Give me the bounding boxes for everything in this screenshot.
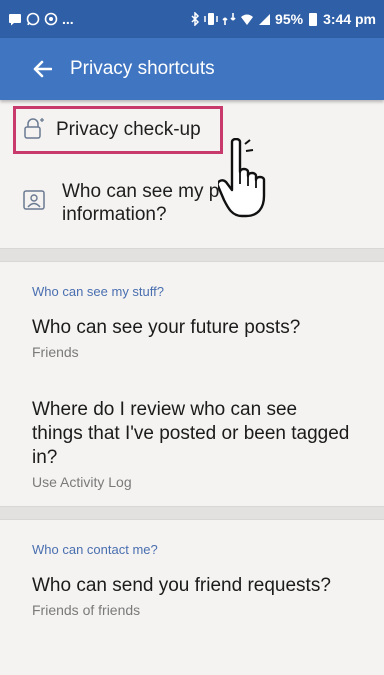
friend-requests-value: Friends of friends: [32, 602, 141, 618]
signal-icon: [258, 13, 271, 26]
back-button[interactable]: [28, 55, 56, 83]
future-posts-value: Friends: [32, 344, 79, 360]
section-divider: [0, 506, 384, 520]
future-posts-item[interactable]: Who can see your future posts? Friends: [0, 316, 384, 394]
status-bar: ... 95% 3:44 pm: [0, 0, 384, 38]
status-time: 3:44 pm: [323, 11, 376, 27]
bluetooth-icon: [190, 12, 200, 26]
content: Privacy check-up Who can see my p inform…: [0, 100, 384, 634]
battery-percent: 95%: [275, 11, 304, 27]
status-right: 95% 3:44 pm: [190, 11, 376, 27]
app-bar: Privacy shortcuts: [0, 38, 384, 100]
future-posts-title: Who can see your future posts?: [32, 317, 301, 338]
profile-card-icon: [22, 188, 46, 217]
friend-requests-item[interactable]: Who can send you friend requests? Friend…: [0, 574, 384, 634]
section-divider: [0, 248, 384, 262]
friend-requests-title: Who can send you friend requests?: [32, 575, 331, 596]
settings-circle-icon: [44, 12, 58, 26]
section-header-contact: Who can contact me?: [32, 542, 158, 557]
who-can-see-info-item[interactable]: Who can see my p information?: [0, 160, 384, 248]
review-tagged-value: Use Activity Log: [32, 474, 132, 490]
message-icon: [8, 13, 22, 26]
wifi-icon: [240, 13, 254, 26]
network-icon: [222, 12, 236, 26]
status-left: ...: [8, 11, 74, 27]
review-tagged-item[interactable]: Where do I review who can see things tha…: [0, 394, 384, 506]
battery-icon: [309, 12, 318, 26]
privacy-checkup-label: Privacy check-up: [56, 119, 201, 140]
whatsapp-icon: [26, 12, 40, 26]
review-tagged-title: Where do I review who can see things tha…: [32, 399, 350, 468]
hand-pointer-icon: [216, 138, 290, 225]
status-overflow: ...: [62, 11, 74, 27]
lock-sparkle-icon: [22, 116, 46, 145]
vibrate-icon: [204, 12, 218, 26]
page-title: Privacy shortcuts: [70, 58, 215, 79]
privacy-checkup-item[interactable]: Privacy check-up: [0, 100, 384, 160]
arrow-left-icon: [33, 60, 52, 78]
section-header-stuff: Who can see my stuff?: [32, 284, 164, 299]
